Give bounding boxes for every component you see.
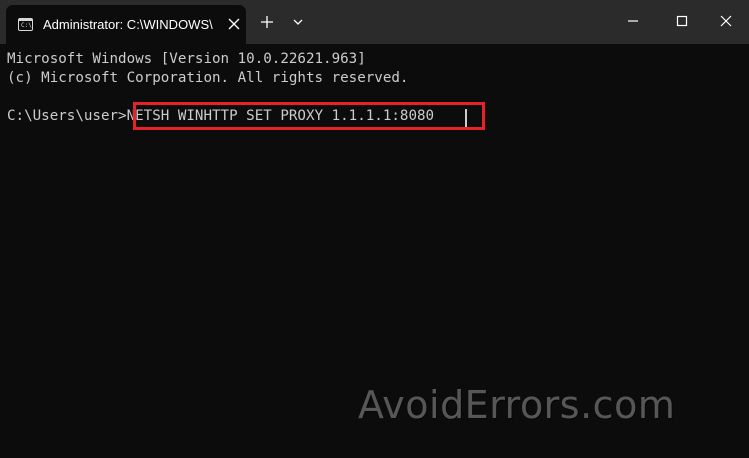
plus-icon[interactable] xyxy=(257,12,277,32)
maximize-icon[interactable] xyxy=(658,0,704,44)
tab-title: Administrator: C:\WINDOWS\ xyxy=(43,17,213,32)
copyright-line: (c) Microsoft Corporation. All rights re… xyxy=(7,70,409,86)
command-highlight-box xyxy=(133,102,485,130)
prompt-text: C:\Users\user> xyxy=(7,108,127,124)
watermark: AvoidErrors.com xyxy=(358,383,676,427)
title-bar: C:\ Administrator: C:\WINDOWS\ xyxy=(0,0,749,44)
terminal-tab[interactable]: C:\ Administrator: C:\WINDOWS\ xyxy=(6,5,246,44)
window-close-icon[interactable] xyxy=(703,0,749,44)
version-line: Microsoft Windows [Version 10.0.22621.96… xyxy=(7,51,366,67)
chevron-down-icon[interactable] xyxy=(290,14,306,30)
minimize-icon[interactable] xyxy=(610,0,656,44)
close-icon[interactable] xyxy=(223,13,245,35)
command-prompt-icon: C:\ xyxy=(18,18,33,31)
terminal-output[interactable]: Microsoft Windows [Version 10.0.22621.96… xyxy=(0,44,749,458)
text-cursor xyxy=(465,109,467,127)
